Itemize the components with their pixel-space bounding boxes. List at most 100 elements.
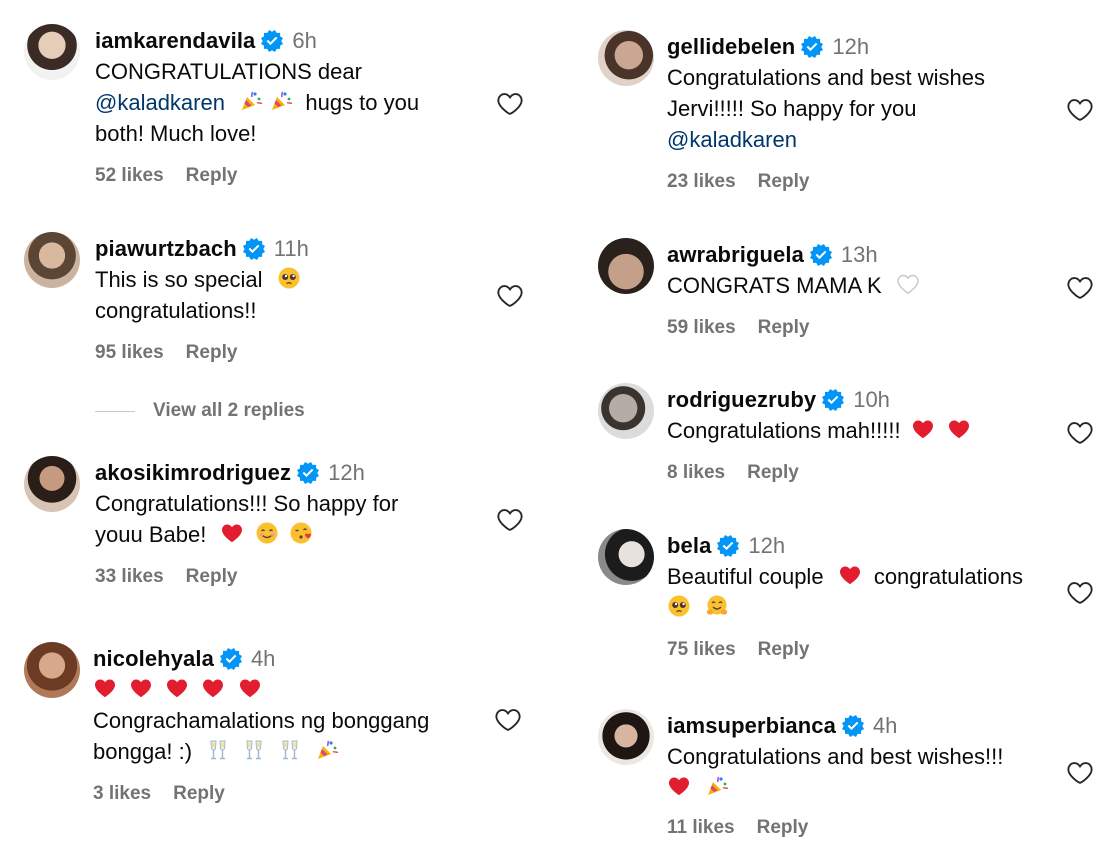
like-heart-icon[interactable] <box>1066 579 1094 607</box>
red-heart-icon <box>220 521 244 545</box>
verified-badge-icon <box>842 715 864 737</box>
mention-link[interactable]: @kaladkaren <box>667 124 1067 155</box>
comment-text: Congrachamalations ng bonggang bongga! :… <box>93 674 513 767</box>
like-heart-icon[interactable] <box>1066 759 1094 787</box>
clinking-glasses-icon <box>242 738 266 762</box>
reply-thread-line <box>95 410 135 412</box>
reply-button[interactable]: Reply <box>186 165 238 187</box>
avatar[interactable] <box>24 232 80 288</box>
red-heart-icon <box>238 676 262 700</box>
verified-badge-icon <box>243 238 265 260</box>
likes-count[interactable]: 52 likes <box>95 165 164 187</box>
reply-button[interactable]: Reply <box>186 566 238 588</box>
smiling-face-icon <box>255 521 279 545</box>
party-popper-icon <box>239 89 263 113</box>
reply-button[interactable]: Reply <box>758 171 810 193</box>
like-heart-icon[interactable] <box>494 706 522 734</box>
like-heart-icon[interactable] <box>496 282 524 310</box>
avatar[interactable] <box>24 24 80 80</box>
username[interactable]: iamsuperbianca <box>667 713 836 739</box>
avatar[interactable] <box>598 238 654 294</box>
like-heart-icon[interactable] <box>1066 96 1094 124</box>
verified-badge-icon <box>717 535 739 557</box>
likes-count[interactable]: 59 likes <box>667 317 736 339</box>
username[interactable]: awrabriguela <box>667 242 804 268</box>
likes-count[interactable]: 95 likes <box>95 342 164 364</box>
red-heart-icon <box>165 676 189 700</box>
pleading-face-icon <box>667 594 691 618</box>
white-heart-icon <box>896 272 920 296</box>
comment-item: gellidebelen 12h Congratulations and bes… <box>570 28 1120 208</box>
comment-item: iamsuperbianca 4h Congratulations and be… <box>570 707 1120 857</box>
comment-item: akosikimrodriguez 12h Congratulations!!!… <box>0 454 560 604</box>
comment-timestamp: 11h <box>273 236 309 261</box>
comment-timestamp: 4h <box>872 713 898 738</box>
pleading-face-icon <box>277 266 301 290</box>
username[interactable]: akosikimrodriguez <box>95 460 291 486</box>
likes-count[interactable]: 33 likes <box>95 566 164 588</box>
avatar[interactable] <box>598 709 654 765</box>
like-heart-icon[interactable] <box>1066 419 1094 447</box>
comment-text: CONGRATULATIONS dear @kaladkaren hugs to… <box>95 59 420 146</box>
username[interactable]: gellidebelen <box>667 34 795 60</box>
verified-badge-icon <box>261 30 283 52</box>
like-heart-icon[interactable] <box>496 90 524 118</box>
party-popper-icon <box>269 89 293 113</box>
comment-timestamp: 12h <box>832 34 870 59</box>
comment-timestamp: 12h <box>328 460 365 485</box>
comment-item: bela 12h Beautiful couple congratulation… <box>570 527 1120 677</box>
likes-count[interactable]: 11 likes <box>667 817 735 839</box>
mention-link[interactable]: @kaladkaren <box>95 90 225 115</box>
likes-count[interactable]: 8 likes <box>667 462 725 484</box>
reply-button[interactable]: Reply <box>757 817 809 839</box>
reply-button[interactable]: Reply <box>758 317 810 339</box>
red-heart-icon <box>838 563 862 587</box>
likes-count[interactable]: 23 likes <box>667 171 736 193</box>
comment-timestamp: 6h <box>292 28 317 53</box>
comment-timestamp: 4h <box>250 646 276 671</box>
view-replies-button[interactable]: View all 2 replies <box>95 400 305 422</box>
like-heart-icon[interactable] <box>1066 274 1094 302</box>
likes-count[interactable]: 3 likes <box>93 783 151 805</box>
reply-button[interactable]: Reply <box>173 783 225 805</box>
reply-button[interactable]: Reply <box>758 639 810 661</box>
comment-text: Beautiful couple congratulations <box>667 561 1067 623</box>
comment-item: rodriguezruby 10h Congratulations mah!!!… <box>570 381 1120 501</box>
avatar[interactable] <box>598 529 654 585</box>
comment-item: awrabriguela 13h CONGRATS MAMA K 59 like… <box>570 236 1120 356</box>
comment-item: iamkarendavila 6h CONGRATULATIONS dear @… <box>0 22 560 192</box>
red-heart-icon <box>93 676 117 700</box>
avatar[interactable] <box>24 456 80 512</box>
comment-timestamp: 10h <box>853 387 890 412</box>
red-heart-icon <box>911 417 935 441</box>
comment-text: Congratulations and best wishes Jervi!!!… <box>667 62 1067 155</box>
red-heart-icon <box>667 774 691 798</box>
comment-item: piawurtzbach 11h This is so special cong… <box>0 230 560 380</box>
likes-count[interactable]: 75 likes <box>667 639 736 661</box>
verified-badge-icon <box>810 244 832 266</box>
reply-button[interactable]: Reply <box>186 342 238 364</box>
avatar[interactable] <box>24 642 80 698</box>
username[interactable]: nicolehyala <box>93 646 214 672</box>
red-heart-icon <box>129 676 153 700</box>
face-blowing-kiss-icon <box>289 521 313 545</box>
verified-badge-icon <box>297 462 319 484</box>
comment-text: Congratulations mah!!!!! <box>667 415 1067 446</box>
red-heart-icon <box>947 417 971 441</box>
username[interactable]: bela <box>667 533 711 559</box>
username[interactable]: rodriguezruby <box>667 387 816 413</box>
hugging-face-icon <box>705 594 729 618</box>
party-popper-icon <box>705 774 729 798</box>
right-comment-column: gellidebelen 12h Congratulations and bes… <box>570 0 1120 858</box>
clinking-glasses-icon <box>278 738 302 762</box>
like-heart-icon[interactable] <box>496 506 524 534</box>
comment-text: This is so special congratulations!! <box>95 264 505 326</box>
avatar[interactable] <box>598 383 654 439</box>
username[interactable]: iamkarendavila <box>95 28 255 54</box>
clinking-glasses-icon <box>206 738 230 762</box>
verified-badge-icon <box>220 648 242 670</box>
username[interactable]: piawurtzbach <box>95 236 237 262</box>
verified-badge-icon <box>822 389 844 411</box>
reply-button[interactable]: Reply <box>747 462 799 484</box>
avatar[interactable] <box>598 30 654 86</box>
